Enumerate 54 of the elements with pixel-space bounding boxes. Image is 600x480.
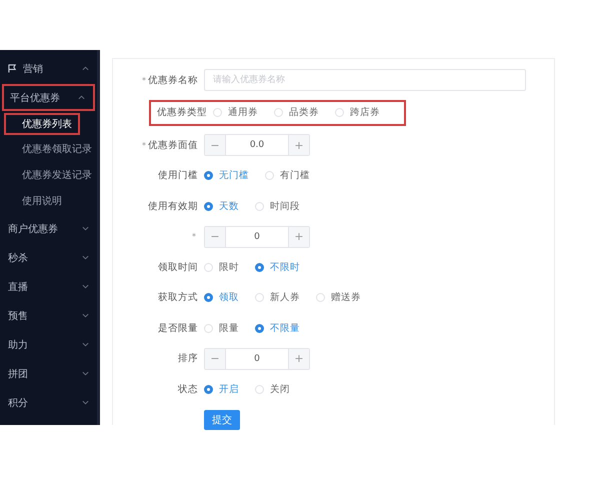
radio-option[interactable]: 赠送券 [316,291,361,304]
required-mark: * [142,140,146,150]
radio-option[interactable]: 品类券 [274,106,319,120]
sidebar-item[interactable]: 预售 [0,301,97,330]
field-label: 优惠券名称 [148,74,198,86]
sidebar-item[interactable]: 平台优惠券 [2,84,95,111]
caret-icon [82,284,89,289]
flag-icon [8,64,17,73]
sidebar-item[interactable]: 使用说明 [0,188,97,214]
caret-icon [78,95,85,100]
sidebar-item[interactable]: 优惠券列表 [4,113,80,135]
field-label: 获取方式 [158,292,198,304]
radio-option[interactable]: 关闭 [255,382,290,396]
required-mark: * [142,76,146,85]
radio-option[interactable]: 跨店券 [335,106,380,120]
sidebar-item[interactable]: 优惠券发送记录 [0,162,97,188]
sidebar-item[interactable]: 商户优惠券 [0,214,97,243]
field-label: 状态 [178,384,198,395]
sidebar-item[interactable]: 营销 [0,54,97,83]
caret-icon [82,66,89,71]
sidebar-item[interactable]: 积分 [0,388,97,417]
field-label: 领取时间 [158,262,198,273]
radio-option[interactable]: 无门槛 [204,169,249,182]
field-label: 优惠券面值 [148,140,198,151]
radio-option[interactable]: 时间段 [255,200,300,213]
radio-option[interactable]: 新人券 [255,291,300,304]
sidebar-item[interactable]: 优惠卷领取记录 [0,136,97,162]
radio-option[interactable]: 不限时 [255,260,300,274]
radio-option[interactable]: 有门槛 [265,169,310,182]
sidebar-item[interactable]: 秒杀 [0,243,97,272]
radio-option[interactable]: 天数 [204,200,239,213]
radio-option[interactable]: 限量 [204,322,239,335]
radio-option[interactable]: 开启 [204,382,239,396]
field-label: 排序 [178,353,198,364]
field-label: 是否限量 [158,322,198,334]
caret-icon [82,400,89,405]
field-label: 优惠券类型 [157,107,207,118]
caret-icon [82,371,89,376]
radio-option[interactable]: 通用券 [213,106,258,120]
caret-icon [82,255,89,260]
caret-icon [82,313,89,318]
sidebar-item[interactable]: 助力 [0,330,97,359]
sidebar-item[interactable]: 直播 [0,272,97,301]
field-label: 使用有效期 [148,200,198,212]
caret-icon [82,342,89,347]
caret-icon [82,226,89,231]
required-mark: * [192,232,196,242]
submit-button[interactable]: 提交 [204,410,240,430]
sidebar-item[interactable]: 拼团 [0,359,97,388]
input-field[interactable]: 请输入优惠券名称 [204,69,526,92]
radio-option[interactable]: 领取 [204,291,239,304]
radio-option[interactable]: 限时 [204,260,239,274]
field-label: 使用门槛 [158,170,198,182]
radio-option[interactable]: 不限量 [255,322,300,335]
